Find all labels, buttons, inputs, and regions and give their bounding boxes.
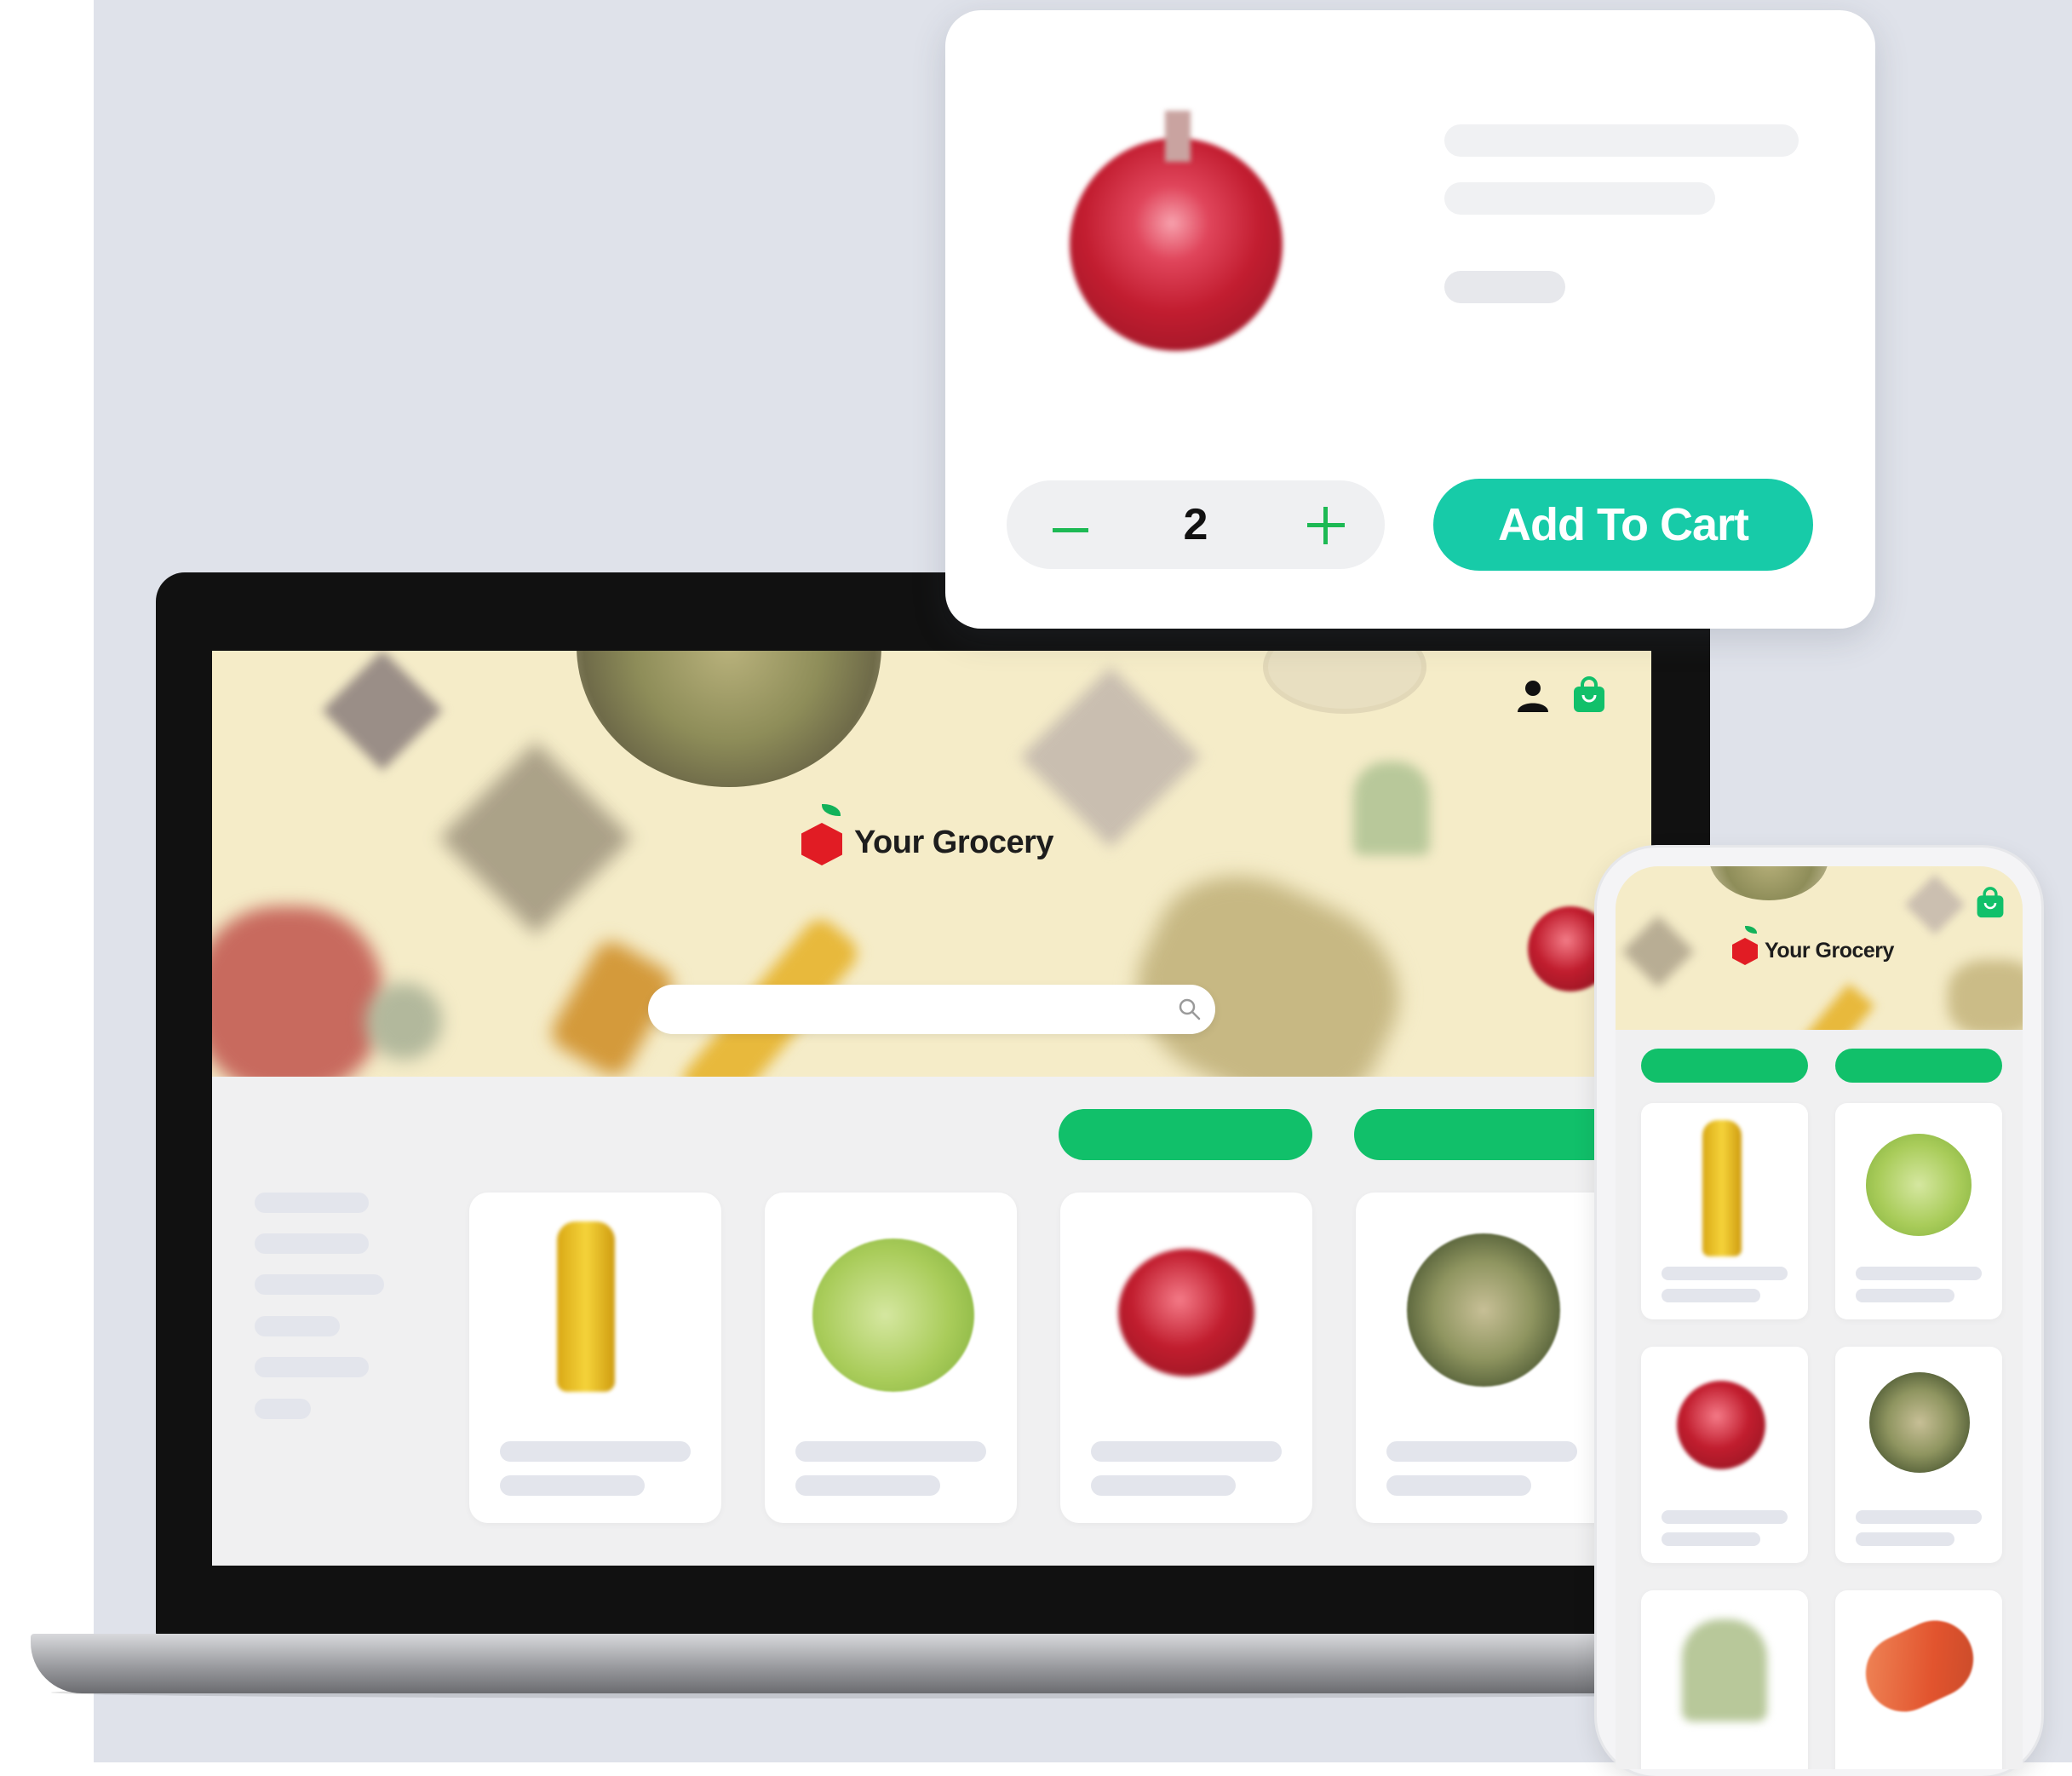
- product-title-skeleton: [1662, 1510, 1788, 1524]
- product-title-skeleton: [1856, 1267, 1982, 1280]
- brand-logo[interactable]: Your Grocery: [800, 804, 1054, 865]
- product-price-skeleton: [1091, 1475, 1236, 1496]
- mobile-storefront: Your Grocery: [1616, 866, 2023, 1769]
- sidebar-item[interactable]: [255, 1233, 369, 1254]
- lettuce-image: [1866, 1134, 1972, 1236]
- product-card[interactable]: [469, 1193, 721, 1523]
- product-card[interactable]: [1835, 1103, 2002, 1319]
- brand-logo[interactable]: Your Grocery: [1731, 926, 1894, 965]
- juice-bottle-image: [1702, 1120, 1742, 1256]
- desktop-storefront: Your Grocery: [212, 651, 1651, 1566]
- plate-image: [1268, 651, 1421, 709]
- herb-image: [365, 983, 442, 1060]
- sidebar-item[interactable]: [255, 1316, 340, 1336]
- brand-name: Your Grocery: [1765, 938, 1894, 963]
- decrease-quantity-button[interactable]: [1036, 492, 1100, 557]
- product-title-skeleton: [1444, 124, 1799, 157]
- nuts-image: [1621, 915, 1695, 988]
- product-price-skeleton: [1444, 271, 1565, 303]
- mobile-hero-banner: Your Grocery: [1616, 866, 2023, 1030]
- product-card[interactable]: [1835, 1590, 2002, 1769]
- product-title-skeleton: [795, 1441, 986, 1462]
- sidebar-item[interactable]: [255, 1193, 369, 1213]
- meat-image: [212, 906, 382, 1077]
- spice-image: [322, 651, 443, 771]
- quantity-stepper: 2: [1007, 480, 1385, 569]
- user-icon[interactable]: [1515, 678, 1551, 714]
- product-price-skeleton: [1662, 1289, 1760, 1302]
- juice-image: [1799, 983, 1875, 1030]
- product-card[interactable]: [1835, 1347, 2002, 1563]
- minus-icon: [1053, 528, 1088, 532]
- lettuce-image: [812, 1239, 974, 1392]
- laptop-base: [31, 1634, 1802, 1693]
- product-price-skeleton: [1386, 1475, 1531, 1496]
- sidebar-item[interactable]: [255, 1399, 311, 1419]
- brand-name: Your Grocery: [854, 824, 1054, 860]
- salad-bowl-image: [1869, 1372, 1970, 1473]
- product-card[interactable]: [765, 1193, 1017, 1523]
- salmon-image: [1853, 1607, 1986, 1725]
- shopping-bag-icon[interactable]: [1975, 887, 2006, 919]
- broccoli-image: [1682, 1619, 1767, 1721]
- broccoli-image: [1353, 762, 1430, 855]
- red-onion-image: [1118, 1249, 1254, 1377]
- product-detail-popup: 2 Add To Cart: [945, 10, 1875, 629]
- shopping-bag-icon[interactable]: [1571, 676, 1607, 714]
- mobile-device: Your Grocery: [1597, 848, 2041, 1776]
- product-card[interactable]: [1060, 1193, 1312, 1523]
- nuts-image: [439, 741, 633, 935]
- sidebar-item[interactable]: [255, 1274, 384, 1295]
- search-input[interactable]: [667, 993, 1164, 1027]
- juice-bottle-image: [557, 1221, 615, 1392]
- nuts-image-2: [1904, 874, 1966, 935]
- product-price-skeleton: [1856, 1289, 1954, 1302]
- apple-logo-icon: [1731, 926, 1759, 965]
- red-onion-image: [1677, 1381, 1765, 1469]
- hero-banner: Your Grocery: [212, 651, 1651, 1077]
- apple-logo-icon: [800, 804, 844, 865]
- search-icon[interactable]: [1178, 997, 1202, 1021]
- category-pill[interactable]: [1835, 1049, 2002, 1083]
- search-bar[interactable]: [648, 985, 1215, 1034]
- product-title-skeleton: [1662, 1267, 1788, 1280]
- add-to-cart-button[interactable]: Add To Cart: [1433, 479, 1813, 571]
- salad-bowl-image: [1709, 866, 1828, 900]
- product-price-skeleton: [1662, 1532, 1760, 1546]
- increase-quantity-button[interactable]: [1292, 492, 1357, 557]
- product-price-skeleton: [795, 1475, 940, 1496]
- product-price-skeleton: [500, 1475, 645, 1496]
- salad-bowl-image: [1407, 1233, 1560, 1387]
- bread-image: [1948, 960, 2023, 1030]
- product-title-skeleton: [500, 1441, 691, 1462]
- product-title-skeleton: [1386, 1441, 1577, 1462]
- product-price-skeleton: [1856, 1532, 1954, 1546]
- category-pill[interactable]: [1059, 1109, 1312, 1160]
- red-onion-image: [1070, 138, 1283, 351]
- onion-stem: [1165, 111, 1191, 162]
- category-pill[interactable]: [1641, 1049, 1808, 1083]
- quantity-value: 2: [1183, 500, 1208, 549]
- product-subtitle-skeleton: [1444, 182, 1715, 215]
- product-card[interactable]: [1641, 1347, 1808, 1563]
- product-card[interactable]: [1641, 1103, 1808, 1319]
- product-title-skeleton: [1856, 1510, 1982, 1524]
- product-card[interactable]: [1641, 1590, 1808, 1769]
- sidebar-item[interactable]: [255, 1357, 369, 1377]
- salad-bowl-image: [577, 651, 881, 787]
- product-title-skeleton: [1091, 1441, 1282, 1462]
- bread-image: [1109, 844, 1427, 1077]
